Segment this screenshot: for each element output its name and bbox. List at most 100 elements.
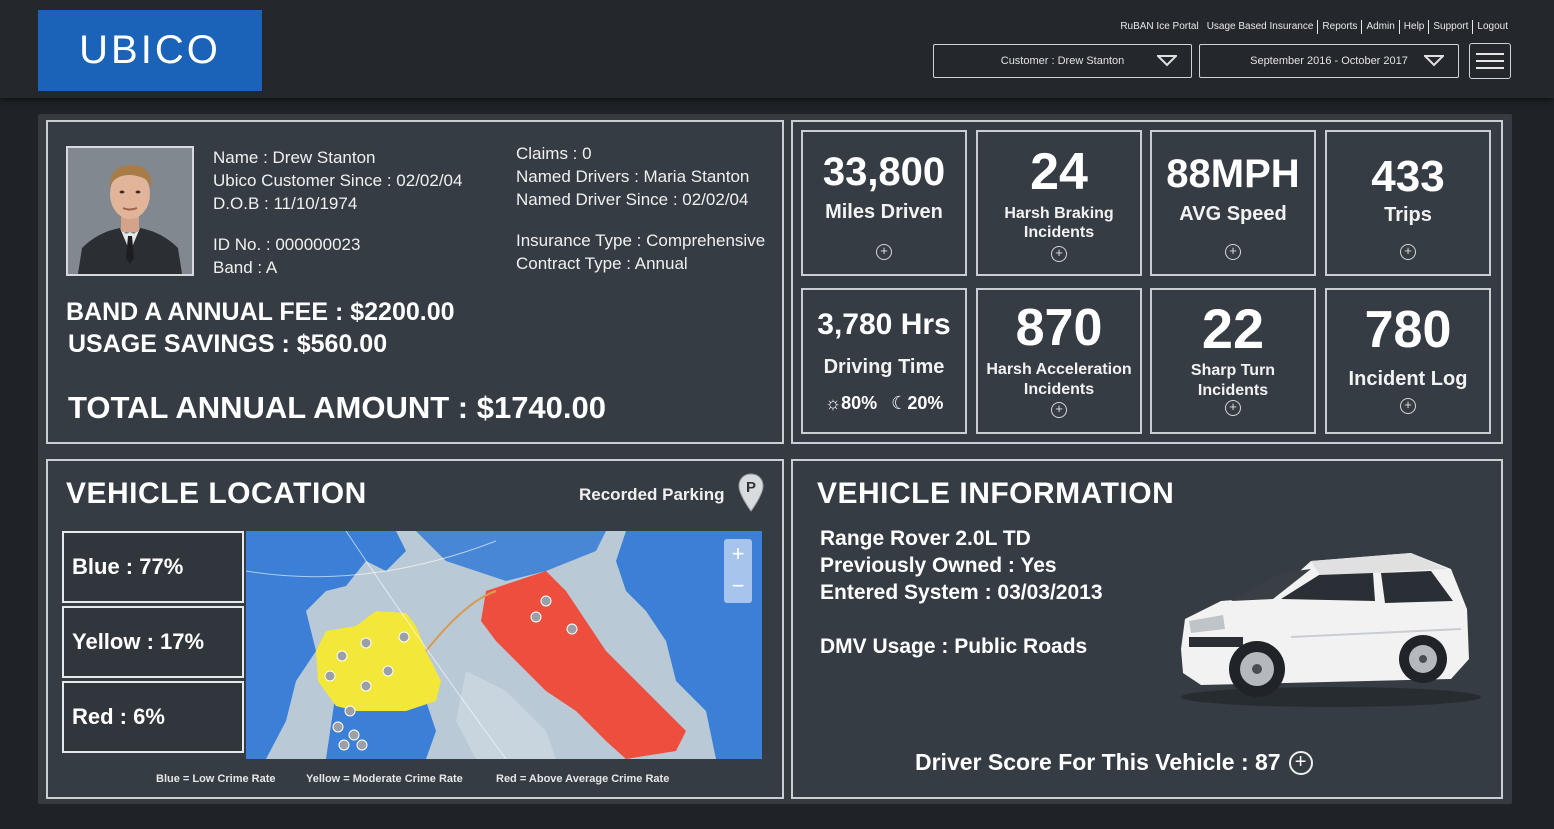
- ubico-logo[interactable]: UBICO: [38, 10, 262, 91]
- legend-yellow: Yellow : 17%: [62, 606, 244, 678]
- sun-icon: ☼: [824, 393, 842, 413]
- stat-value: 3,780 Hrs: [817, 308, 951, 341]
- recorded-parking-label[interactable]: Recorded Parking: [579, 485, 725, 505]
- date-range-select[interactable]: September 2016 - October 2017: [1199, 44, 1459, 78]
- customer-details: Name : Drew Stanton Ubico Customer Since…: [213, 146, 462, 279]
- nav-link-reports[interactable]: Reports: [1317, 20, 1361, 34]
- claims: Claims : 0: [516, 144, 592, 163]
- moon-icon: ☾: [891, 393, 908, 413]
- nav-link-help[interactable]: Help: [1398, 20, 1429, 34]
- expand-plus-icon[interactable]: +: [1225, 244, 1241, 260]
- vehicle-dmv-usage: DMV Usage : Public Roads: [820, 635, 1088, 658]
- svg-text:P: P: [746, 479, 756, 496]
- customer-avatar: [66, 146, 194, 276]
- chevron-down-icon: [1157, 55, 1177, 67]
- annual-fee: BAND A ANNUAL FEE : $2200.00: [66, 298, 455, 326]
- customer-name: Name : Drew Stanton: [213, 148, 376, 167]
- person-photo-icon: [68, 148, 192, 274]
- stat-miles-driven[interactable]: 33,800 Miles Driven +: [801, 130, 967, 276]
- nav-link-admin[interactable]: Admin: [1361, 20, 1398, 34]
- nav-link-logout[interactable]: Logout: [1472, 20, 1512, 34]
- stat-label: Driving Time: [823, 356, 945, 378]
- legend-red: Red : 6%: [62, 681, 244, 753]
- parking-pin-icon[interactable]: P: [738, 473, 764, 513]
- chevron-down-icon: [1424, 55, 1444, 67]
- vehicle-model: Range Rover 2.0L TD: [820, 527, 1031, 550]
- driver-score-plus-icon[interactable]: +: [1288, 750, 1313, 775]
- vehicle-location-panel: VEHICLE LOCATION Recorded Parking P Blue…: [46, 459, 784, 799]
- usage-savings: USAGE SAVINGS : $560.00: [68, 330, 388, 358]
- vehicle-location-title: VEHICLE LOCATION: [66, 477, 367, 510]
- stat-harsh-acceleration[interactable]: 870 Harsh Acceleration Incidents +: [976, 288, 1142, 434]
- customer-panel: Name : Drew Stanton Ubico Customer Since…: [46, 120, 784, 444]
- dashboard-main: Name : Drew Stanton Ubico Customer Since…: [38, 114, 1512, 804]
- expand-plus-icon[interactable]: +: [1051, 402, 1067, 418]
- date-range-select-value: September 2016 - October 2017: [1250, 55, 1408, 67]
- vehicle-information-panel: VEHICLE INFORMATION Range Rover 2.0L TD …: [791, 459, 1503, 799]
- day-percent: 80%: [841, 393, 878, 413]
- vehicle-entered-system: Entered System : 03/03/2013: [820, 581, 1103, 604]
- crime-rate-map[interactable]: + −: [246, 531, 762, 759]
- named-driver-since: Named Driver Since : 02/02/04: [516, 190, 749, 209]
- customer-band: Band : A: [213, 258, 278, 277]
- customer-select[interactable]: Customer : Drew Stanton: [933, 44, 1192, 78]
- vehicle-previously-owned: Previously Owned : Yes: [820, 554, 1057, 577]
- customer-id: ID No. : 000000023: [213, 235, 361, 254]
- expand-plus-icon[interactable]: +: [876, 244, 892, 260]
- crime-legend-blue: Blue = Low Crime Rate: [156, 773, 276, 785]
- stat-label: AVG Speed: [1179, 203, 1287, 225]
- hamburger-icon: [1476, 53, 1504, 55]
- map-graphic: [246, 531, 762, 759]
- named-drivers: Named Drivers : Maria Stanton: [516, 167, 750, 186]
- stat-value: 433: [1371, 152, 1445, 201]
- total-annual-amount: TOTAL ANNUAL AMOUNT : $1740.00: [68, 390, 607, 425]
- stat-label: Incidents: [1023, 381, 1095, 398]
- stat-label: Harsh Acceleration: [986, 361, 1132, 378]
- vehicle-image: [1181, 553, 1481, 707]
- map-zoom-control: + −: [724, 539, 752, 603]
- nav-link-portal[interactable]: RuBAN Ice Portal: [1116, 20, 1202, 34]
- stat-harsh-braking[interactable]: 24 Harsh Braking Incidents +: [976, 130, 1142, 276]
- customer-since: Ubico Customer Since : 02/02/04: [213, 171, 463, 190]
- crime-legend-yellow: Yellow = Moderate Crime Rate: [306, 773, 463, 785]
- crime-legend-red: Red = Above Average Crime Rate: [496, 773, 670, 785]
- nav-link-usage-based-insurance[interactable]: Usage Based Insurance: [1203, 20, 1318, 34]
- insurance-type: Insurance Type : Comprehensive: [516, 231, 766, 250]
- expand-plus-icon[interactable]: +: [1400, 398, 1416, 414]
- hamburger-menu-button[interactable]: [1469, 43, 1511, 79]
- day-night-split: ☼80% ☾20%: [803, 393, 965, 414]
- night-percent: 20%: [907, 393, 944, 413]
- top-bar: UBICO RuBAN Ice Portal Usage Based Insur…: [0, 0, 1554, 98]
- customer-select-value: Customer : Drew Stanton: [1000, 55, 1125, 67]
- top-nav-links: RuBAN Ice Portal Usage Based Insurance R…: [1116, 19, 1512, 35]
- stat-label: Sharp Turn: [1190, 362, 1276, 379]
- stat-label: Harsh Braking: [1004, 205, 1114, 222]
- stat-driving-time[interactable]: 3,780 Hrs Driving Time ☼80% ☾20%: [801, 288, 967, 434]
- vehicle-information-title: VEHICLE INFORMATION: [817, 477, 1175, 510]
- contract-type: Contract Type : Annual: [516, 254, 688, 273]
- expand-plus-icon[interactable]: +: [1400, 244, 1416, 260]
- legend-blue: Blue : 77%: [62, 531, 244, 603]
- customer-dob: D.O.B : 11/10/1974: [213, 194, 358, 213]
- driving-stats-panel: 33,800 Miles Driven + 24 Harsh Braking I…: [791, 120, 1503, 444]
- stat-sharp-turn[interactable]: 22 Sharp Turn Incidents +: [1150, 288, 1316, 434]
- stat-label: Incidents: [1023, 224, 1095, 241]
- zoom-in-button[interactable]: +: [724, 539, 752, 571]
- stat-trips[interactable]: 433 Trips +: [1325, 130, 1491, 276]
- stat-label: Incidents: [1197, 382, 1269, 399]
- stat-label: Miles Driven: [825, 201, 943, 223]
- stat-value: 870: [1015, 299, 1103, 357]
- stat-incident-log[interactable]: 780 Incident Log +: [1325, 288, 1491, 434]
- nav-link-support[interactable]: Support: [1428, 20, 1472, 34]
- stat-label: Trips: [1384, 204, 1432, 226]
- stat-label: Incident Log: [1348, 368, 1468, 390]
- stat-value: 33,800: [822, 150, 946, 194]
- expand-plus-icon[interactable]: +: [1225, 400, 1241, 416]
- stat-value: 780: [1364, 301, 1452, 359]
- policy-details: Claims : 0 Named Drivers : Maria Stanton…: [516, 142, 765, 275]
- stat-avg-speed[interactable]: 88MPH AVG Speed +: [1150, 130, 1316, 276]
- stat-value: 22: [1201, 297, 1265, 360]
- stat-value: 24: [1030, 143, 1088, 201]
- expand-plus-icon[interactable]: +: [1051, 246, 1067, 262]
- zoom-out-button[interactable]: −: [724, 571, 752, 603]
